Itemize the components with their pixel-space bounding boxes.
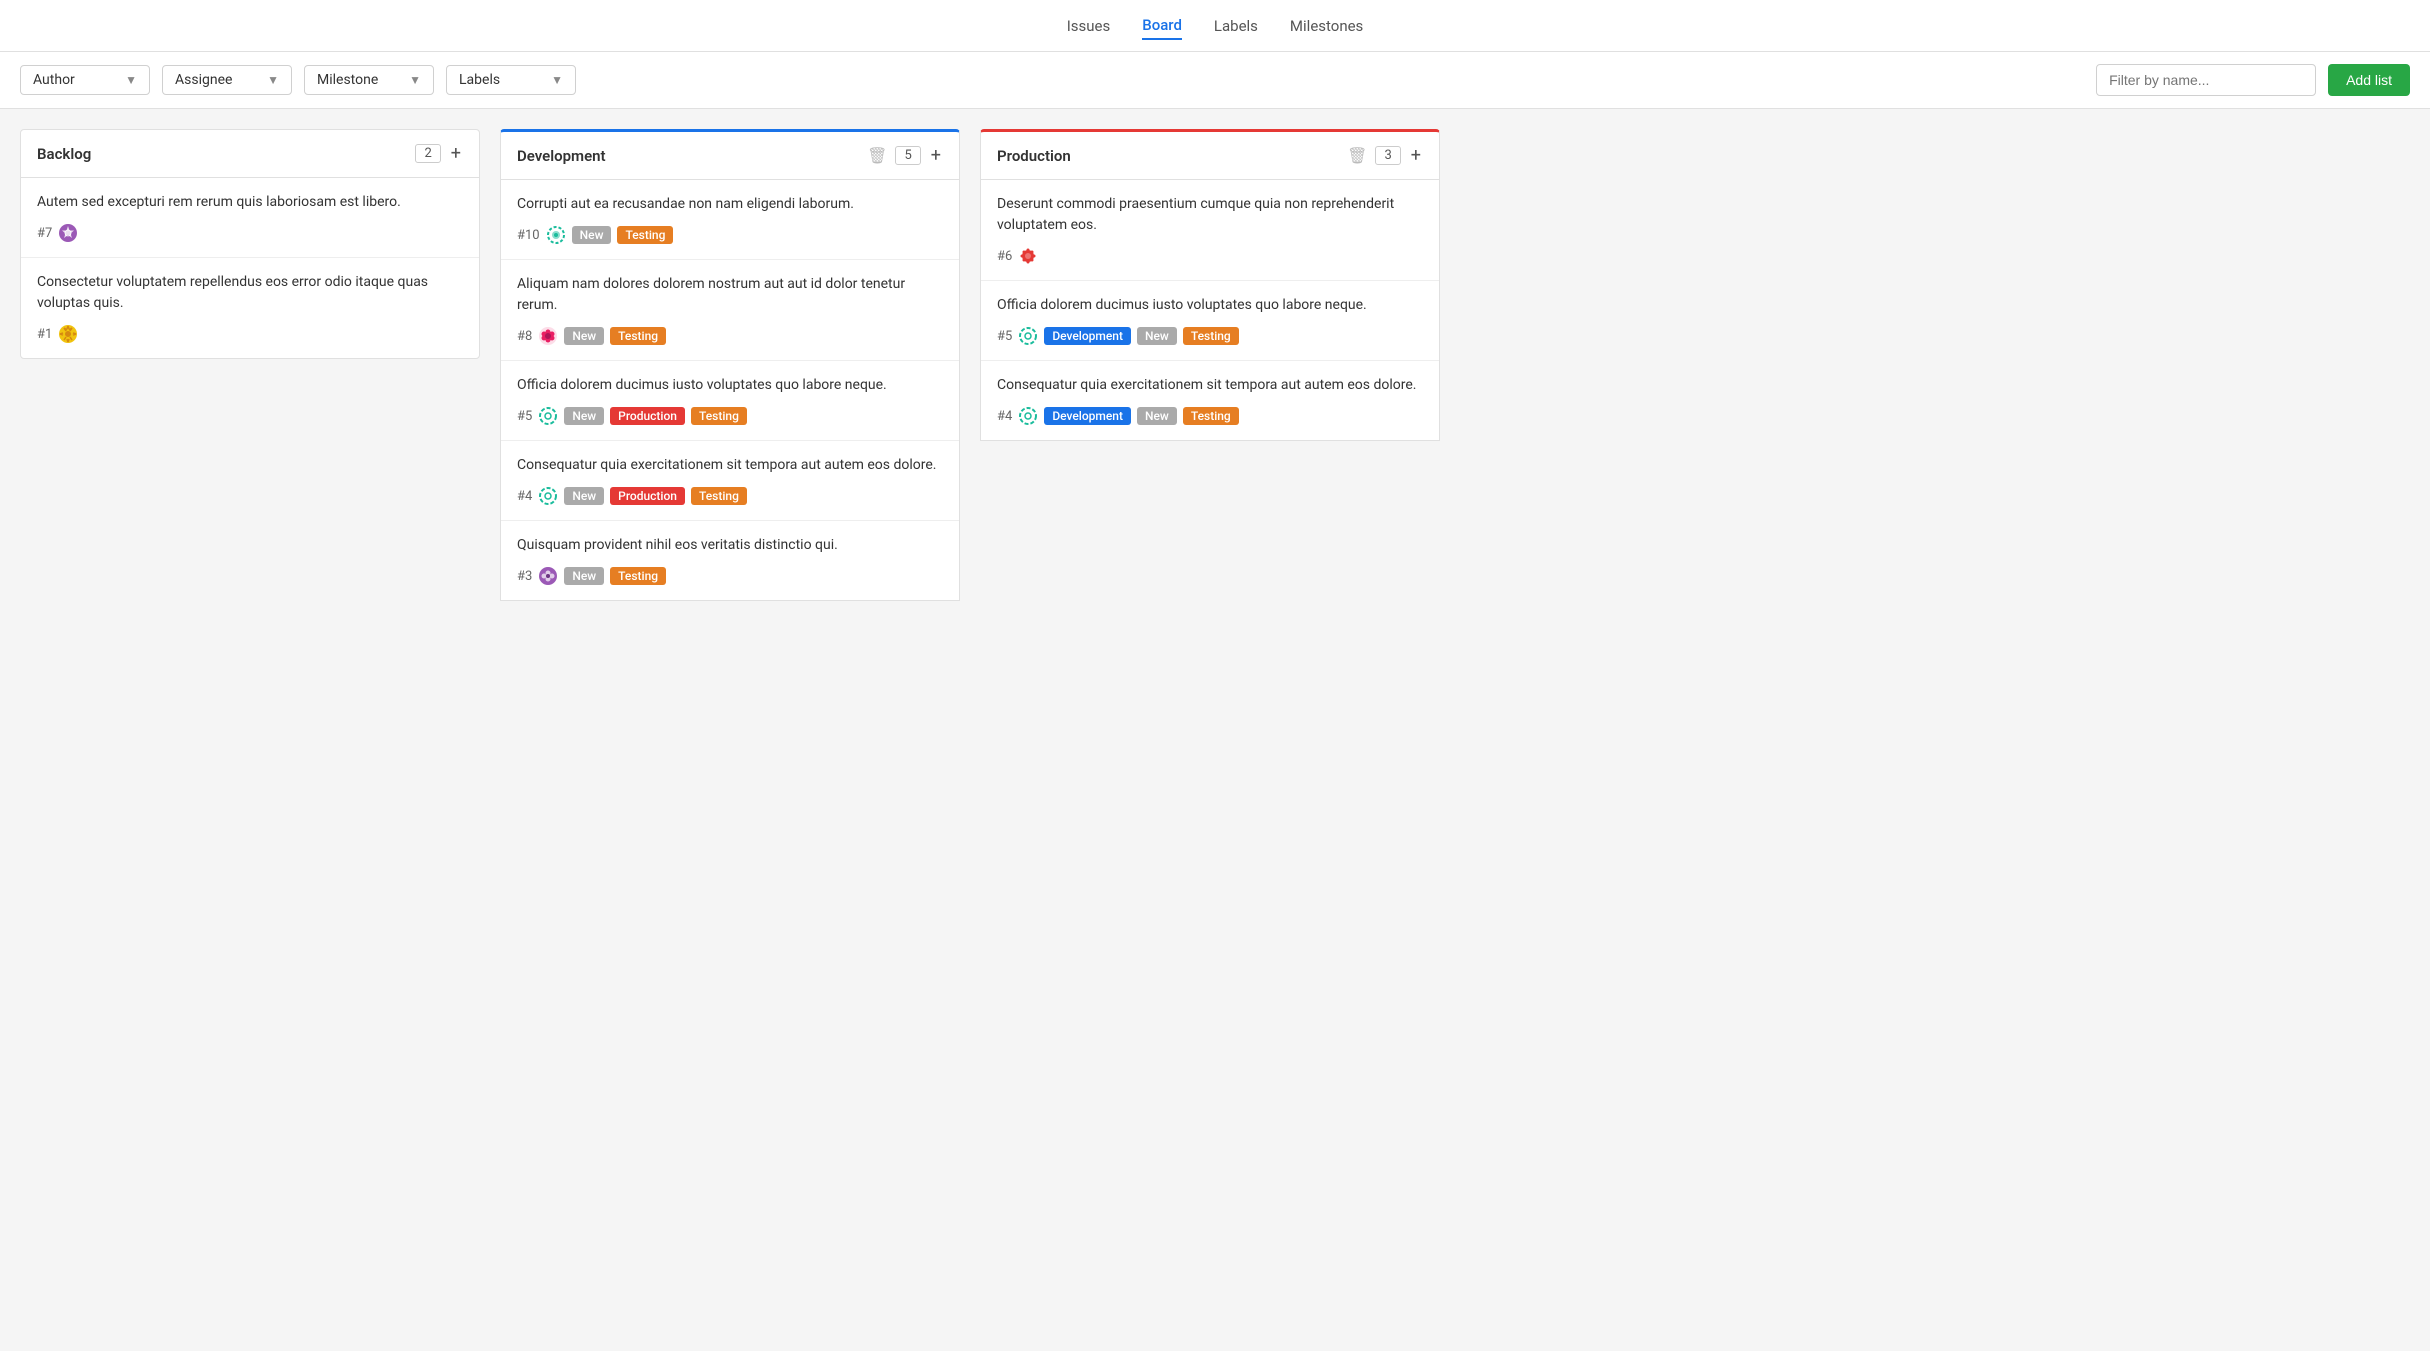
card[interactable]: Consequatur quia exercitationem sit temp…	[981, 361, 1439, 440]
card[interactable]: Consectetur voluptatem repellendus eos e…	[21, 258, 479, 358]
card-title: Quisquam provident nihil eos veritatis d…	[517, 535, 943, 556]
card-title: Officia dolorem ducimus iusto voluptates…	[517, 375, 943, 396]
chevron-down-icon: ▼	[551, 73, 563, 87]
add-card-button[interactable]: +	[929, 147, 943, 165]
card-meta: #4 New Production Testing	[517, 486, 943, 506]
card-meta: #4 Development New Testing	[997, 406, 1423, 426]
board-area: Backlog 2 + Autem sed excepturi rem reru…	[0, 109, 2430, 1351]
card-title: Deserunt commodi praesentium cumque quia…	[997, 194, 1423, 236]
card-meta: #7	[37, 223, 463, 243]
label-badge: Development	[1044, 407, 1131, 425]
card-number: #4	[997, 409, 1012, 424]
label-badge: Testing	[1183, 407, 1239, 425]
card-number: #7	[37, 226, 52, 241]
label-badge: Development	[1044, 327, 1131, 345]
label-badge: New	[564, 567, 604, 585]
column-count: 3	[1375, 146, 1400, 165]
card-number: #4	[517, 489, 532, 504]
add-card-button[interactable]: +	[1409, 147, 1423, 165]
card[interactable]: Quisquam provident nihil eos veritatis d…	[501, 521, 959, 600]
add-list-button[interactable]: Add list	[2328, 64, 2410, 96]
card-meta: #1	[37, 324, 463, 344]
nav-issues[interactable]: Issues	[1067, 13, 1111, 39]
column-header: Backlog 2 +	[21, 130, 479, 178]
card-title: Corrupti aut ea recusandae non nam elige…	[517, 194, 943, 215]
labels-filter[interactable]: Labels ▼	[446, 65, 576, 95]
card-title: Autem sed excepturi rem rerum quis labor…	[37, 192, 463, 213]
label-badge: New	[564, 407, 604, 425]
column-header: Development 🗑 5 +	[501, 132, 959, 180]
card[interactable]: Officia dolorem ducimus iusto voluptates…	[501, 361, 959, 441]
top-navigation: Issues Board Labels Milestones	[0, 0, 2430, 52]
card-title: Officia dolorem ducimus iusto voluptates…	[997, 295, 1423, 316]
label-badge: New	[564, 487, 604, 505]
card-number: #1	[37, 327, 52, 342]
card-title: Aliquam nam dolores dolorem nostrum aut …	[517, 274, 943, 316]
label-badge: Testing	[1183, 327, 1239, 345]
card-meta: #6	[997, 246, 1423, 266]
nav-labels[interactable]: Labels	[1214, 13, 1258, 39]
label-badge: New	[572, 226, 612, 244]
assignee-filter[interactable]: Assignee ▼	[162, 65, 292, 95]
label-badge: Production	[610, 407, 685, 425]
chevron-down-icon: ▼	[409, 73, 421, 87]
column-development: Development 🗑 5 + Corrupti aut ea recusa…	[500, 129, 960, 601]
chevron-down-icon: ▼	[267, 73, 279, 87]
nav-milestones[interactable]: Milestones	[1290, 13, 1363, 39]
author-filter[interactable]: Author ▼	[20, 65, 150, 95]
card-meta: #5 New Production Testing	[517, 406, 943, 426]
card[interactable]: Officia dolorem ducimus iusto voluptates…	[981, 281, 1439, 361]
delete-column-icon[interactable]: 🗑	[1347, 146, 1367, 165]
add-card-button[interactable]: +	[449, 145, 463, 163]
card-meta: #8 New Testing	[517, 326, 943, 346]
card[interactable]: Aliquam nam dolores dolorem nostrum aut …	[501, 260, 959, 361]
card-title: Consectetur voluptatem repellendus eos e…	[37, 272, 463, 314]
card-number: #5	[997, 329, 1012, 344]
card-number: #3	[517, 569, 532, 584]
label-badge: Testing	[691, 487, 747, 505]
label-badge: New	[1137, 327, 1177, 345]
column-count: 2	[415, 144, 440, 163]
chevron-down-icon: ▼	[125, 73, 137, 87]
card-number: #6	[997, 249, 1012, 264]
card[interactable]: Consequatur quia exercitationem sit temp…	[501, 441, 959, 521]
column-title: Backlog	[37, 145, 415, 163]
label-badge: Testing	[617, 226, 673, 244]
card-number: #5	[517, 409, 532, 424]
label-badge: New	[1137, 407, 1177, 425]
card-title: Consequatur quia exercitationem sit temp…	[997, 375, 1423, 396]
column-count: 5	[895, 146, 920, 165]
card-number: #10	[517, 228, 540, 243]
column-production: Production 🗑 3 + Deserunt commodi praese…	[980, 129, 1440, 441]
card-number: #8	[517, 329, 532, 344]
column-title: Production	[997, 147, 1347, 165]
card[interactable]: Deserunt commodi praesentium cumque quia…	[981, 180, 1439, 281]
column-title: Development	[517, 147, 867, 165]
card[interactable]: Autem sed excepturi rem rerum quis labor…	[21, 178, 479, 258]
label-badge: New	[564, 327, 604, 345]
card-meta: #5 Development New Testing	[997, 326, 1423, 346]
delete-column-icon[interactable]: 🗑	[867, 146, 887, 165]
label-badge: Testing	[610, 327, 666, 345]
card[interactable]: Corrupti aut ea recusandae non nam elige…	[501, 180, 959, 260]
nav-board[interactable]: Board	[1142, 12, 1182, 40]
column-header: Production 🗑 3 +	[981, 132, 1439, 180]
card-meta: #10 New Testing	[517, 225, 943, 245]
label-badge: Testing	[691, 407, 747, 425]
card-meta: #3 New Testing	[517, 566, 943, 586]
label-badge: Testing	[610, 567, 666, 585]
label-badge: Production	[610, 487, 685, 505]
filter-name-input[interactable]	[2096, 64, 2316, 96]
filter-bar: Author ▼ Assignee ▼ Milestone ▼ Labels ▼…	[0, 52, 2430, 109]
column-backlog: Backlog 2 + Autem sed excepturi rem reru…	[20, 129, 480, 359]
card-title: Consequatur quia exercitationem sit temp…	[517, 455, 943, 476]
milestone-filter[interactable]: Milestone ▼	[304, 65, 434, 95]
